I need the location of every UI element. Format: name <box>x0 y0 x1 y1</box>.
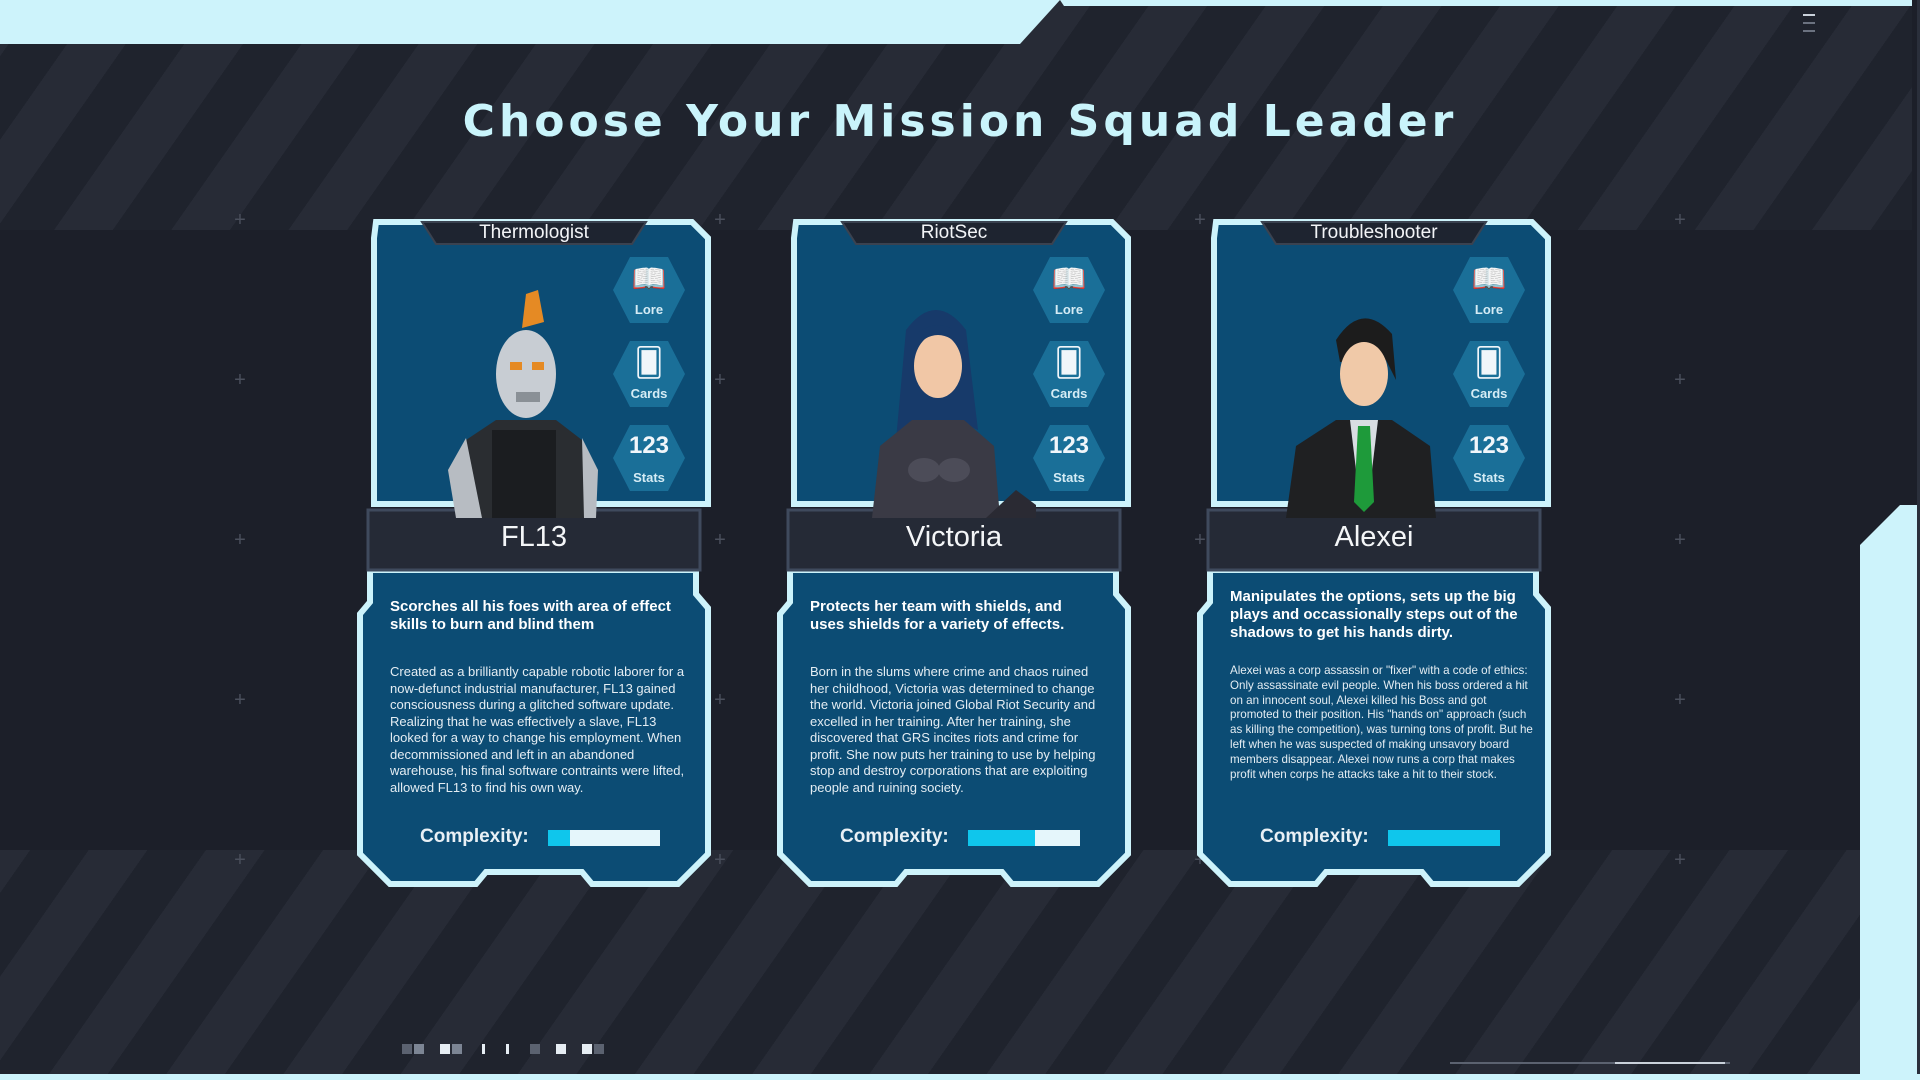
plus-marker: + <box>234 849 246 871</box>
plus-marker: + <box>1674 209 1686 231</box>
class-label: Thermologist <box>479 222 589 243</box>
cards-button[interactable]: 🂠 Cards <box>1451 338 1527 410</box>
complexity-label: Complexity: <box>420 826 529 847</box>
stats-button[interactable]: 123 Stats <box>1031 422 1107 494</box>
complexity-bar <box>1388 830 1500 846</box>
book-icon: 📖 <box>1051 263 1087 294</box>
top-frame <box>0 0 1920 44</box>
complexity-fill <box>968 830 1036 846</box>
plus-marker: + <box>714 529 726 551</box>
decor-dot <box>582 1044 592 1054</box>
plus-marker: + <box>714 689 726 711</box>
character-portrait <box>448 290 598 518</box>
right-frame <box>1860 0 1920 1080</box>
complexity-label: Complexity: <box>840 826 949 847</box>
character-name: FL13 <box>500 521 568 553</box>
class-label: RiotSec <box>920 222 988 243</box>
character-lore: Created as a brilliantly capable robotic… <box>390 664 685 795</box>
stats-button[interactable]: 123 Stats <box>1451 422 1527 494</box>
plus-marker: + <box>1674 689 1686 711</box>
plus-marker: + <box>234 529 246 551</box>
book-icon: 📖 <box>631 263 667 294</box>
lore-button[interactable]: 📖 Lore <box>1451 254 1527 326</box>
plus-marker: + <box>234 369 246 391</box>
decor-dot <box>452 1044 462 1054</box>
complexity-fill <box>1388 830 1500 846</box>
plus-marker: + <box>234 209 246 231</box>
plus-marker: + <box>1674 529 1686 551</box>
plus-marker: + <box>714 209 726 231</box>
stats-button[interactable]: 123 Stats <box>611 422 687 494</box>
decor-dot <box>440 1044 450 1054</box>
character-portrait <box>872 310 1036 518</box>
complexity-meter: Complexity: <box>840 826 1100 852</box>
plus-marker: + <box>234 689 246 711</box>
bottom-frame <box>0 1074 1920 1080</box>
character-name: Victoria <box>905 521 1003 553</box>
numbers-icon: 123 <box>1048 432 1090 459</box>
page-title: Choose Your Mission Squad Leader <box>462 96 1458 147</box>
character-name: Alexei <box>1334 521 1414 553</box>
plus-marker: + <box>1674 849 1686 871</box>
decor-dot <box>556 1044 566 1054</box>
leader-card-fl13[interactable]: Thermologist 📖 Lore 🂠 Cards 123 Stats FL… <box>356 214 712 894</box>
complexity-meter: Complexity: <box>1260 826 1520 852</box>
book-icon: 📖 <box>1471 263 1507 294</box>
cards-icon: 🂠 <box>1474 347 1504 378</box>
lore-button[interactable]: 📖 Lore <box>611 254 687 326</box>
bottom-decor-line <box>1615 1062 1725 1064</box>
cards-button[interactable]: 🂠 Cards <box>1031 338 1107 410</box>
complexity-bar <box>548 830 660 846</box>
window-menu-icon[interactable] <box>1803 14 1817 36</box>
decor-dot <box>482 1044 485 1054</box>
decor-dot <box>414 1044 424 1054</box>
plus-marker: + <box>714 369 726 391</box>
cards-icon: 🂠 <box>634 347 664 378</box>
cards-icon: 🂠 <box>1054 347 1084 378</box>
character-lore: Alexei was a corp assassin or "fixer" wi… <box>1230 664 1533 781</box>
plus-marker: + <box>1674 369 1686 391</box>
character-summary: Scorches all his foes with area of effec… <box>390 598 671 633</box>
decor-dot <box>506 1044 509 1054</box>
complexity-label: Complexity: <box>1260 826 1369 847</box>
decor-dot <box>530 1044 540 1054</box>
character-portrait <box>1286 318 1436 518</box>
complexity-fill <box>548 830 571 846</box>
leader-card-victoria[interactable]: RiotSec 📖 Lore 🂠 Cards 123 Stats Victori… <box>776 214 1132 894</box>
lore-button[interactable]: 📖 Lore <box>1031 254 1107 326</box>
leader-card-alexei[interactable]: Troubleshooter 📖 Lore 🂠 Cards 123 Stats … <box>1196 214 1552 894</box>
complexity-meter: Complexity: <box>420 826 680 852</box>
character-lore: Born in the slums where crime and chaos … <box>810 664 1096 795</box>
numbers-icon: 123 <box>1468 432 1510 459</box>
class-label: Troubleshooter <box>1310 222 1438 243</box>
numbers-icon: 123 <box>628 432 670 459</box>
character-summary: Protects her team with shields, and uses… <box>810 598 1065 633</box>
complexity-bar <box>968 830 1080 846</box>
plus-marker: + <box>714 849 726 871</box>
cards-button[interactable]: 🂠 Cards <box>611 338 687 410</box>
decor-dot <box>594 1044 604 1054</box>
decor-dot <box>402 1044 412 1054</box>
character-summary: Manipulates the options, sets up the big… <box>1230 588 1518 641</box>
